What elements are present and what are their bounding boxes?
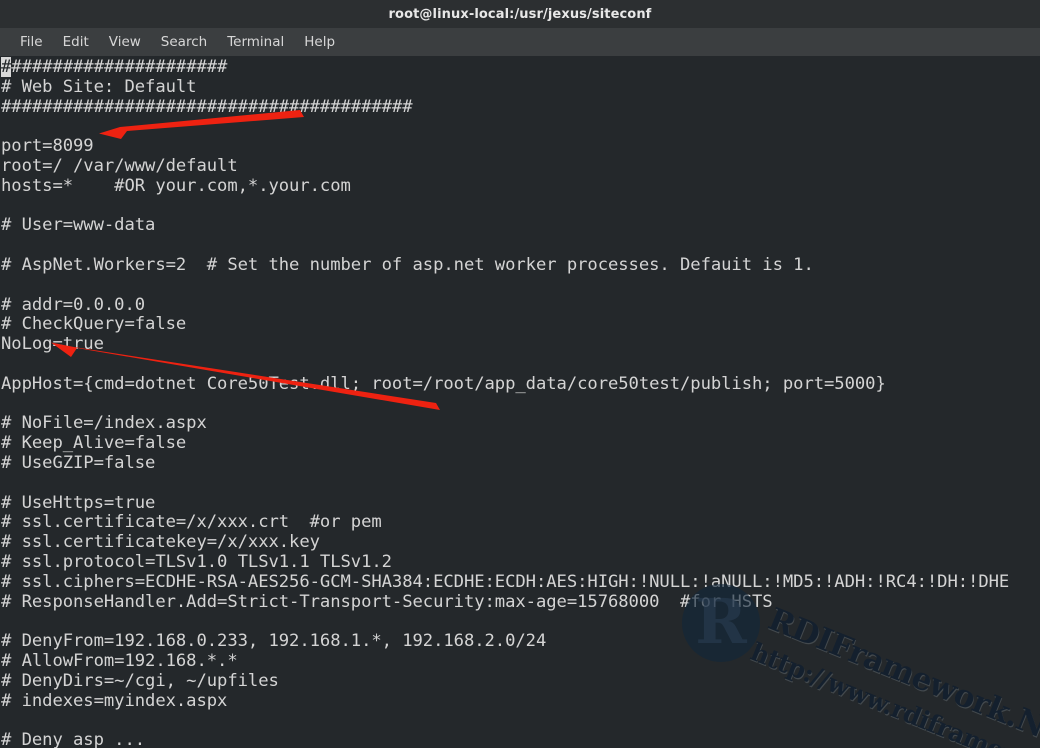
menu-bar: File Edit View Search Terminal Help bbox=[0, 28, 1040, 56]
editor-line: # CheckQuery=false bbox=[1, 314, 187, 335]
menu-item-terminal[interactable]: Terminal bbox=[217, 32, 294, 52]
editor-line: # Keep_Alive=false bbox=[1, 433, 187, 454]
editor-line: port=8099 bbox=[1, 136, 94, 157]
editor-line: # ResponseHandler.Add=Strict-Transport-S… bbox=[1, 591, 773, 612]
menu-item-search[interactable]: Search bbox=[151, 32, 217, 52]
terminal-area[interactable]: ###################### # Web Site: Defaul… bbox=[0, 56, 1040, 748]
menu-item-help[interactable]: Help bbox=[294, 32, 345, 52]
editor-line: NoLog=true bbox=[1, 334, 104, 355]
editor-line: # AspNet.Workers=2 # Set the number of a… bbox=[1, 254, 814, 275]
editor-line: # AllowFrom=192.168.*.* bbox=[1, 650, 238, 671]
editor-line: # indexes=myindex.aspx bbox=[1, 690, 228, 711]
editor-line: ###################### bbox=[1, 57, 228, 77]
editor-line: hosts=* #OR your.com,*.your.com bbox=[1, 175, 351, 196]
editor-line: # UseGZIP=false bbox=[1, 452, 156, 473]
editor-line: # ssl.certificate=/x/xxx.crt #or pem bbox=[1, 512, 382, 533]
editor-line: # Deny asp ... bbox=[1, 730, 146, 748]
editor-line: # ssl.certificatekey=/x/xxx.key bbox=[1, 532, 320, 553]
editor-line: # UseHttps=true bbox=[1, 492, 156, 513]
editor-line: AppHost={cmd=dotnet Core50Test.dll; root… bbox=[1, 373, 886, 394]
editor-line: # NoFile=/index.aspx bbox=[1, 413, 207, 434]
editor-line: # DenyFrom=192.168.0.233, 192.168.1.*, 1… bbox=[1, 631, 547, 652]
text-cursor: # bbox=[1, 57, 12, 77]
editor-line: ######################################## bbox=[1, 96, 413, 117]
menu-item-view[interactable]: View bbox=[99, 32, 151, 52]
menu-item-file[interactable]: File bbox=[10, 32, 53, 52]
editor-line: # Web Site: Default bbox=[1, 76, 197, 97]
editor-line: # User=www-data bbox=[1, 215, 156, 236]
window-title: root@linux-local:/usr/jexus/siteconf bbox=[388, 6, 652, 22]
menu-item-edit[interactable]: Edit bbox=[53, 32, 99, 52]
editor-line: # addr=0.0.0.0 bbox=[1, 294, 146, 315]
editor-line: # ssl.ciphers=ECDHE-RSA-AES256-GCM-SHA38… bbox=[1, 571, 1010, 592]
editor-line: # ssl.protocol=TLSv1.0 TLSv1.1 TLSv1.2 bbox=[1, 551, 392, 572]
editor-line: root=/ /var/www/default bbox=[1, 155, 238, 176]
editor-text-buffer[interactable]: ###################### # Web Site: Defaul… bbox=[0, 57, 1040, 748]
editor-line: # DenyDirs=~/cgi, ~/upfiles bbox=[1, 670, 279, 691]
window-title-bar: root@linux-local:/usr/jexus/siteconf bbox=[0, 0, 1040, 28]
